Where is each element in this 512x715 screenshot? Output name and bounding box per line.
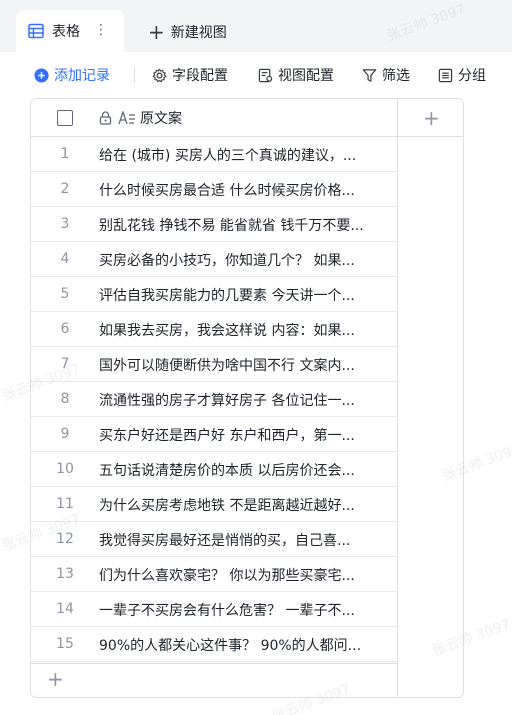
table-content-area: 添加记录 字段配置 视图配置 筛选 分组 原文案 + 1 给在 (城市) 买房人… <box>0 1 512 715</box>
row-number: 8 <box>60 391 70 407</box>
row-number: 9 <box>60 426 70 442</box>
filter-label: 筛选 <box>382 68 410 84</box>
grid-rows: 1 给在 (城市) 买房人的三个真诚的建议，... 2 什么时候买房最合适 什么时候买… <box>31 137 397 662</box>
lock-icon <box>99 111 112 125</box>
table-row[interactable]: 11 为什么买房考虑地铁 不是距离越近越好... <box>31 487 397 522</box>
table-row[interactable]: 12 我觉得买房最好还是悄悄的买，自己喜... <box>31 522 397 557</box>
row-number: 12 <box>56 531 74 547</box>
rows-bottom-border <box>31 663 397 664</box>
grid-table-icon <box>28 23 44 39</box>
more-options-icon[interactable]: ⋮ <box>94 22 108 38</box>
row-text-cell[interactable]: 评估自我买房能力的几要素 今天讲一个... <box>99 285 391 305</box>
table-row[interactable]: 7 国外可以随便断供为啥中国不行 文案内... <box>31 347 397 382</box>
table-row[interactable]: 9 买东户好还是西户好 东户和西户，第一... <box>31 417 397 452</box>
row-text-cell[interactable]: 别乱花钱 挣钱不易 能省就省 钱千万不要... <box>99 215 391 235</box>
row-text-cell[interactable]: 五句话说清楚房价的本质 以后房价还会... <box>99 460 391 480</box>
row-number: 6 <box>60 321 70 337</box>
row-number: 2 <box>60 181 70 197</box>
row-number: 15 <box>56 636 74 652</box>
row-text-cell[interactable]: 国外可以随便断供为啥中国不行 文案内... <box>99 355 391 375</box>
group-button[interactable]: 分组 <box>438 65 486 85</box>
row-text-cell[interactable]: 流通性强的房子才算好房子 各位记住一... <box>99 390 391 410</box>
table-row[interactable]: 14 一辈子不买房会有什么危害？ 一辈子不... <box>31 592 397 627</box>
row-text-cell[interactable]: 一辈子不买房会有什么危害？ 一辈子不... <box>99 600 391 620</box>
data-grid: 原文案 + 1 给在 (城市) 买房人的三个真诚的建议，... 2 什么时候买房最合适… <box>30 98 464 698</box>
filter-icon <box>362 68 377 82</box>
row-number: 5 <box>60 286 70 302</box>
select-all-checkbox[interactable] <box>57 110 73 126</box>
grid-header: 原文案 + <box>31 99 463 137</box>
column-divider <box>397 99 398 697</box>
toolbar: 添加记录 字段配置 视图配置 筛选 分组 <box>0 52 512 98</box>
row-text-cell[interactable]: 买东户好还是西户好 东户和西户，第一... <box>99 425 391 445</box>
row-number: 3 <box>60 216 70 232</box>
table-row[interactable]: 13 们为什么喜欢豪宅？ 你以为那些买豪宅... <box>31 557 397 592</box>
tab-table-view[interactable]: 表格 ⋮ <box>16 10 124 52</box>
row-text-cell[interactable]: 如果我去买房，我会这样说 内容：如果... <box>99 320 391 340</box>
table-row[interactable]: 10 五句话说清楚房价的本质 以后房价还会... <box>31 452 397 487</box>
add-record-button[interactable]: 添加记录 <box>34 65 110 85</box>
row-number: 10 <box>56 461 74 477</box>
text-field-type-icon <box>118 111 135 125</box>
table-row[interactable]: 4 买房必备的小技巧，你知道几个？ 如果... <box>31 242 397 277</box>
row-number: 1 <box>60 146 70 162</box>
view-config-button[interactable]: 视图配置 <box>258 65 334 85</box>
add-record-label: 添加记录 <box>54 68 110 84</box>
row-text-cell[interactable]: 为什么买房考虑地铁 不是距离越近越好... <box>99 495 391 515</box>
table-row[interactable]: 1 给在 (城市) 买房人的三个真诚的建议，... <box>31 137 397 172</box>
row-number: 14 <box>56 601 74 617</box>
toolbar-divider <box>134 67 135 83</box>
row-number: 4 <box>60 251 70 267</box>
row-number: 13 <box>56 566 74 582</box>
row-number: 7 <box>60 356 70 372</box>
row-text-cell[interactable]: 什么时候买房最合适 什么时候买房价格... <box>99 180 391 200</box>
group-label: 分组 <box>458 68 486 84</box>
column-header-label: 原文案 <box>140 111 182 127</box>
add-row-icon[interactable]: + <box>47 669 64 689</box>
row-text-cell[interactable]: 买房必备的小技巧，你知道几个？ 如果... <box>99 250 391 270</box>
table-row[interactable]: 5 评估自我买房能力的几要素 今天讲一个... <box>31 277 397 312</box>
new-view-label: 新建视图 <box>170 25 227 41</box>
field-config-label: 字段配置 <box>172 68 228 84</box>
table-row[interactable]: 15 90%的人都关心这件事？ 90%的人都问... <box>31 627 397 662</box>
table-row[interactable]: 8 流通性强的房子才算好房子 各位记住一... <box>31 382 397 417</box>
table-row[interactable]: 6 如果我去买房，我会这样说 内容：如果... <box>31 312 397 347</box>
add-column-icon[interactable]: + <box>423 106 440 130</box>
group-list-icon <box>438 68 453 82</box>
row-text-cell[interactable]: 90%的人都关心这件事？ 90%的人都问... <box>99 635 391 655</box>
field-config-button[interactable]: 字段配置 <box>152 65 228 85</box>
table-row[interactable]: 2 什么时候买房最合适 什么时候买房价格... <box>31 172 397 207</box>
gear-icon <box>152 67 167 82</box>
view-settings-icon <box>258 68 273 82</box>
row-text-cell[interactable]: 们为什么喜欢豪宅？ 你以为那些买豪宅... <box>99 565 391 585</box>
view-config-label: 视图配置 <box>278 68 334 84</box>
row-text-cell[interactable]: 我觉得买房最好还是悄悄的买，自己喜... <box>99 530 391 550</box>
view-tab-bar: 表格 ⋮ + 新建视图 <box>0 0 512 52</box>
table-row[interactable]: 3 别乱花钱 挣钱不易 能省就省 钱千万不要... <box>31 207 397 242</box>
filter-button[interactable]: 筛选 <box>362 65 410 85</box>
add-circle-icon <box>34 67 49 83</box>
new-view-button[interactable]: + 新建视图 <box>148 18 227 46</box>
column-header-original-text[interactable]: 原文案 <box>99 99 182 137</box>
tab-table-label: 表格 <box>52 24 80 40</box>
plus-icon: + <box>148 20 165 44</box>
row-text-cell[interactable]: 给在 (城市) 买房人的三个真诚的建议，... <box>99 145 391 165</box>
row-number: 11 <box>56 496 74 512</box>
